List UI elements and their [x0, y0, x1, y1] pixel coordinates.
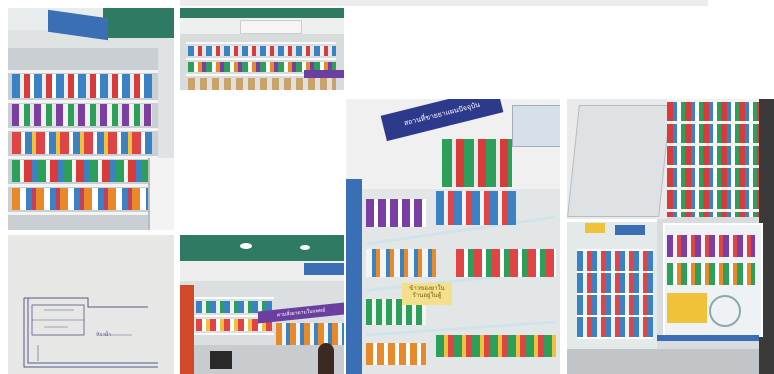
- photo-pharmacy-wall-display[interactable]: สถานที่ขายยาแผนปัจจุบัน ข้าวของยาในร้านอ…: [346, 99, 560, 374]
- photo-pharmacy-shelves-left[interactable]: [8, 8, 174, 230]
- gallery-top-strip: [180, 0, 708, 6]
- photo-pharmacy-counter-view[interactable]: ตามสั่งยาตามใบแพทย์: [180, 235, 344, 374]
- photo-pharmacy-back-shelf[interactable]: [180, 8, 344, 90]
- photo-pharmacy-glass-counter[interactable]: [567, 99, 774, 374]
- floor-plan-note: ห้องน้ำ: [96, 332, 111, 338]
- photo-floor-plan-sketch[interactable]: ห้องน้ำ: [8, 235, 174, 374]
- floor-plan-drawing: [23, 297, 158, 368]
- shelf-note: ข้าวของยาในร้านอยู่ในตู้: [402, 283, 452, 305]
